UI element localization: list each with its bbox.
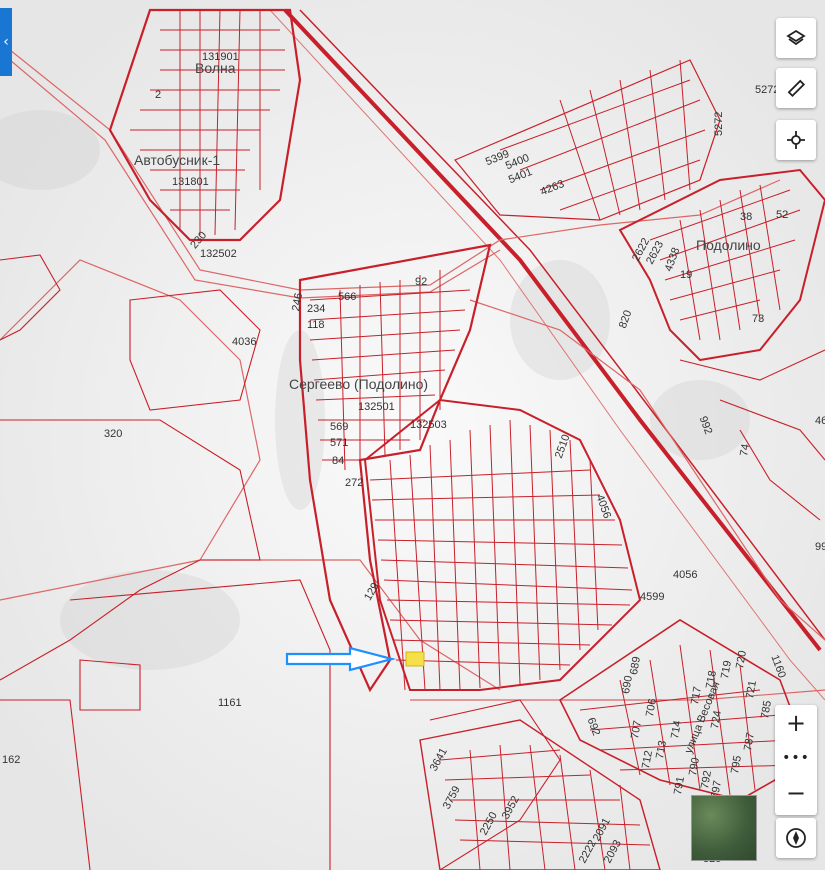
layers-button[interactable]	[776, 18, 816, 58]
settlement-label: Подолино	[696, 237, 761, 253]
quarter-label: 131901	[202, 51, 239, 63]
parcel-label: 73	[752, 313, 764, 325]
parcel-label: 19	[680, 269, 692, 281]
zoom-controls: + ••• −	[775, 705, 817, 815]
selected-parcel[interactable]	[405, 651, 425, 667]
zoom-in-button[interactable]: +	[775, 705, 817, 741]
parcel-label: 74	[738, 443, 752, 457]
parcel-label: 46	[815, 415, 825, 427]
layers-icon	[786, 29, 806, 46]
quarter-label: 132502	[200, 248, 237, 260]
measure-button[interactable]	[776, 68, 816, 108]
zoom-out-button[interactable]: −	[775, 775, 817, 811]
parcel-label: 272	[345, 477, 363, 489]
parcel-label: 99	[815, 541, 825, 553]
parcel-label: 4599	[640, 591, 664, 603]
parcel-label: 234	[307, 303, 325, 315]
map-canvas[interactable]: Волна Автобусник-1 Сергеево (Подолино) П…	[0, 0, 825, 870]
parcel-label: 4036	[232, 336, 256, 348]
parcel-label: 566	[338, 291, 356, 303]
parcel-label: 5272	[713, 112, 725, 136]
compass-button[interactable]	[776, 818, 816, 858]
collapse-panel-button[interactable]: ‹	[0, 8, 12, 76]
chevron-left-icon: ‹	[3, 34, 9, 50]
parcel-label: 320	[104, 428, 122, 440]
parcel-label: 1161	[218, 697, 242, 709]
quarter-label: 132501	[358, 401, 395, 413]
parcel-label: 2	[155, 89, 161, 101]
parcel-label: 571	[330, 437, 348, 449]
settlement-label: Сергеево (Подолино)	[289, 376, 428, 392]
quarter-label: 132503	[410, 419, 447, 431]
locate-button[interactable]	[776, 120, 816, 160]
crosshair-icon	[787, 131, 805, 149]
basemap-switcher[interactable]	[691, 795, 757, 861]
parcel-label: 118	[307, 319, 325, 331]
more-button[interactable]: •••	[775, 741, 817, 775]
parcel-label: 569	[330, 421, 348, 433]
quarter-label: 131801	[172, 176, 209, 188]
parcel-label: 4056	[673, 569, 697, 581]
parcel-label: 38	[740, 211, 752, 223]
compass-icon	[786, 828, 806, 848]
parcel-label: 52	[776, 209, 788, 221]
settlement-label: Автобусник-1	[134, 152, 220, 168]
ruler-icon	[787, 79, 806, 98]
parcel-label: 162	[2, 754, 20, 766]
parcel-label: 84	[332, 455, 344, 467]
parcel-label: 92	[415, 276, 427, 288]
